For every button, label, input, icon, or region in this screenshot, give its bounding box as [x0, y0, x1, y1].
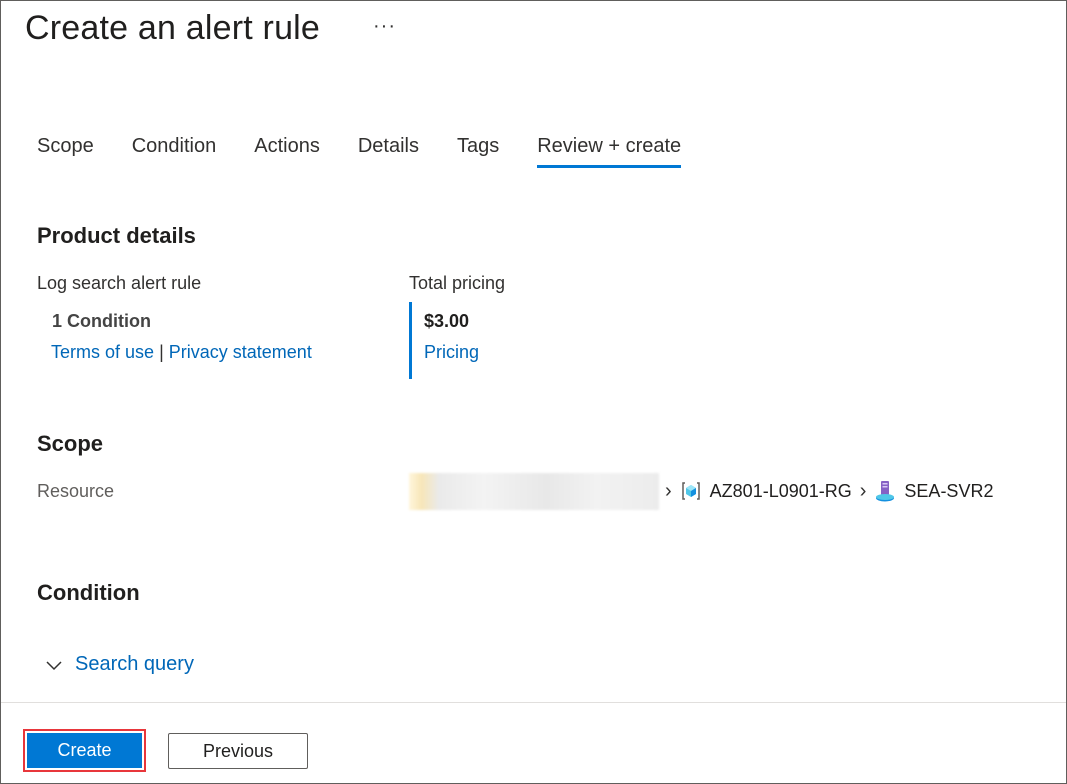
link-separator: | [159, 342, 164, 362]
price-value: $3.00 [424, 311, 470, 331]
page-title: Create an alert rule [25, 9, 321, 47]
pricing-link[interactable]: Pricing [424, 342, 479, 363]
previous-button[interactable]: Previous [168, 733, 308, 769]
tab-scope[interactable]: Scope [37, 135, 94, 168]
search-query-expander[interactable]: Search query [45, 653, 194, 676]
tab-actions[interactable]: Actions [254, 135, 320, 168]
search-query-label: Search query [75, 653, 194, 675]
server-icon [876, 481, 895, 502]
tab-review-create[interactable]: Review + create [537, 135, 681, 168]
terms-of-use-link[interactable]: Terms of use [51, 342, 154, 362]
wizard-tabs: Scope Condition Actions Details Tags Rev… [37, 135, 719, 168]
tab-condition[interactable]: Condition [132, 135, 217, 168]
create-button[interactable]: Create [27, 733, 142, 768]
tab-details[interactable]: Details [358, 135, 419, 168]
tab-tags[interactable]: Tags [457, 135, 499, 168]
chevron-right-icon: › [665, 479, 672, 502]
privacy-statement-link[interactable]: Privacy statement [169, 342, 312, 362]
resource-label: Resource [37, 481, 115, 501]
chevron-right-icon: › [859, 479, 867, 502]
scope-heading: Scope [37, 431, 104, 456]
alert-rule-panel: Create an alert rule ··· Scope Condition… [0, 0, 1067, 784]
total-pricing-label: Total pricing [409, 273, 506, 293]
chevron-down-icon [46, 660, 62, 670]
pricing-accent-bar [409, 302, 412, 379]
redacted-subscription [409, 473, 659, 510]
condition-heading: Condition [37, 580, 140, 605]
create-button-highlight: Create [23, 729, 146, 772]
product-details-heading: Product details [37, 223, 196, 248]
legal-links: Terms of use | Privacy statement [51, 342, 312, 363]
rule-type-label: Log search alert rule [37, 273, 202, 293]
footer-divider [1, 702, 1066, 703]
resource-name: SEA-SVR2 [904, 480, 994, 501]
resource-group-icon [681, 482, 700, 500]
condition-count: 1 Condition [52, 311, 151, 331]
resource-breadcrumb: › AZ801-L0901-RG › SEA-SVR2 [663, 479, 993, 503]
more-options-icon[interactable]: ··· [373, 15, 396, 38]
resource-group-name: AZ801-L0901-RG [709, 480, 852, 501]
